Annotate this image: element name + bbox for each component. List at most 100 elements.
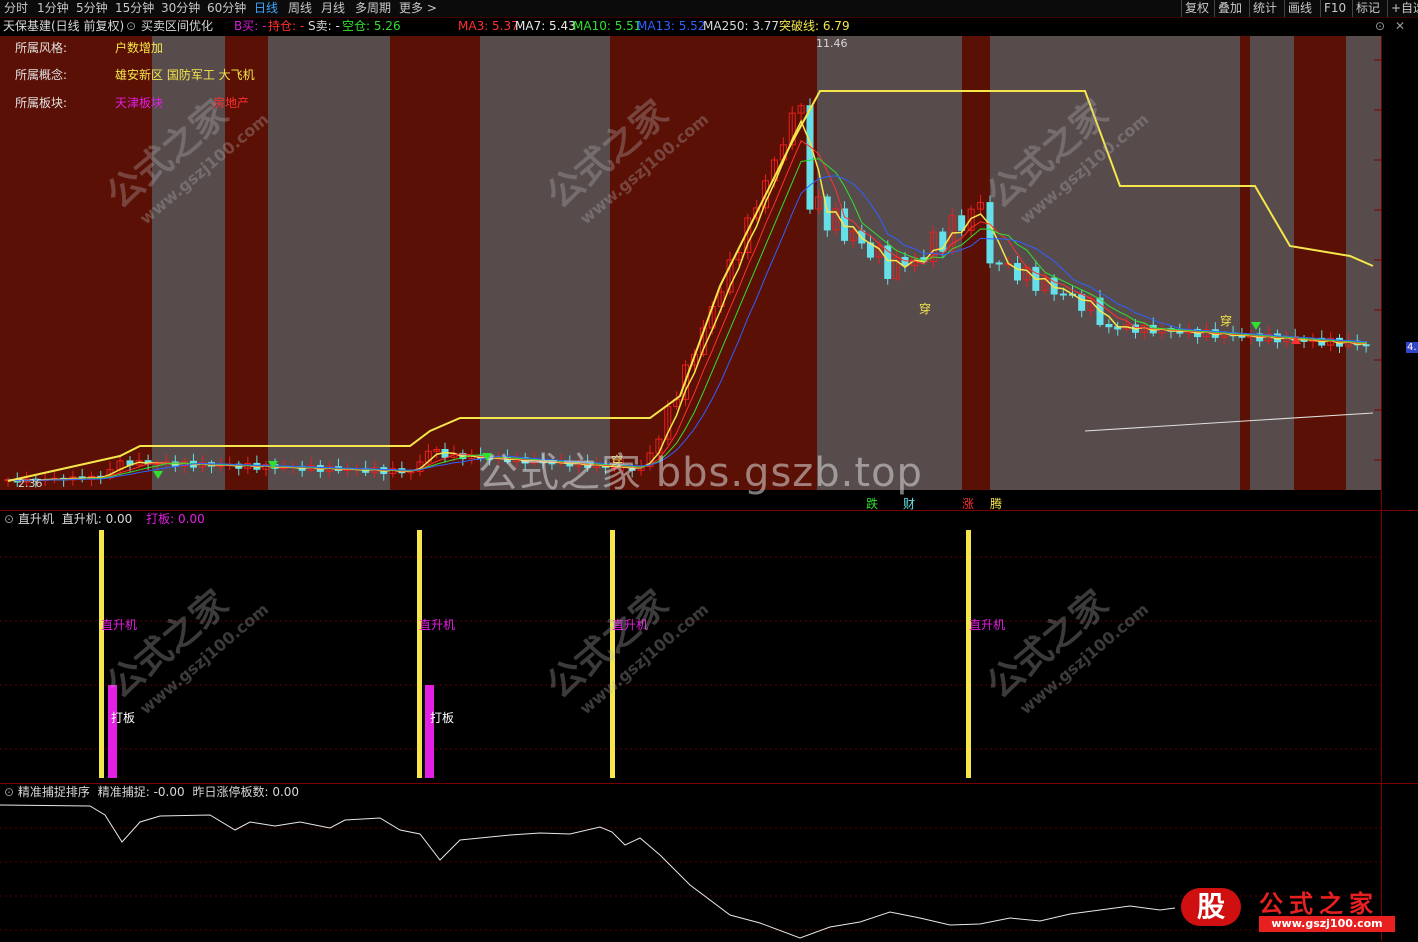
tab-multi-period[interactable]: 多周期 (355, 0, 391, 17)
tab-monthly[interactable]: 月线 (321, 0, 345, 17)
style-label: 所属风格: (15, 41, 68, 55)
candle-body (841, 208, 849, 241)
high-price-label: 11.46 (816, 37, 848, 50)
settings-icon[interactable]: ⊙ (1375, 18, 1385, 35)
right-axis-line (1381, 36, 1382, 941)
tab-weekly[interactable]: 周线 (288, 0, 312, 17)
ma250-value: MA250: 3.77 (703, 19, 780, 33)
current-price-tag: 4. (1406, 342, 1418, 353)
dabang-bar (108, 685, 117, 778)
helicopter-label-2: 直升机 (419, 618, 456, 632)
indicator-infobar: 天保基建(日线 前复权) ⊙ 买卖区间优化 B买: - 持仓: - S卖: - … (0, 18, 1418, 35)
price-chart-svg (0, 36, 1381, 490)
tab-more[interactable]: 更多 > (399, 0, 437, 17)
region-band (990, 36, 1240, 490)
ma10-value: MA10: 5.51 (573, 19, 642, 33)
region-band (480, 36, 610, 490)
add-watchlist-button[interactable]: +自选 (1387, 0, 1418, 17)
ma7-value: MA7: 5.43 (515, 19, 576, 33)
low-price-label: 2.36 (18, 477, 43, 490)
stock-title: 天保基建(日线 前复权) (3, 19, 125, 33)
breakout-value: 突破线: 6.79 (779, 19, 850, 33)
panel3-value: 精准捕捉: -0.00 (97, 785, 185, 799)
candle-body (1078, 294, 1086, 311)
helicopter-bar (966, 530, 971, 778)
empty-value: 空仓: 5.26 (342, 19, 401, 33)
chuan-marker-3: 穿 (1220, 314, 1233, 328)
draw-button[interactable]: 画线 (1284, 0, 1315, 17)
s-sell-value: S卖: - (308, 19, 340, 33)
candle-body (1105, 323, 1113, 328)
panel2-header: ⊙ 直升机 直升机: 0.00 打板: 0.00 (4, 511, 205, 527)
candle-body (1059, 293, 1067, 296)
gu-logo-icon: 股 (1181, 888, 1241, 926)
chuan-marker-1: 穿 (919, 302, 932, 316)
ma13-value: MA13: 5.52 (637, 19, 706, 33)
panel-separator-1 (0, 510, 1418, 511)
candle-body (806, 105, 814, 210)
dabang-bar (425, 685, 434, 778)
helicopter-bar (99, 530, 104, 778)
fuquan-button[interactable]: 复权 (1181, 0, 1212, 17)
tab-15min[interactable]: 15分钟 (115, 0, 154, 17)
overlay-button[interactable]: 叠加 (1214, 0, 1245, 17)
region-band (1294, 36, 1346, 490)
candle-body (986, 202, 994, 264)
mark-button[interactable]: 标记 (1352, 0, 1383, 17)
b-buy-value: B买: - (234, 19, 267, 33)
panel3-title[interactable]: 精准捕捉排序 (18, 785, 90, 799)
tab-60min[interactable]: 60分钟 (207, 0, 246, 17)
helicopter-indicator-panel[interactable] (0, 527, 1381, 782)
ma3-value: MA3: 5.37 (458, 19, 519, 33)
helicopter-label-3: 直升机 (612, 618, 649, 632)
candle-body (217, 465, 225, 468)
helicopter-bar (417, 530, 422, 778)
site-logo: 股 公式之家 www.gszj100.com (1173, 882, 1413, 938)
candle-body (1362, 344, 1370, 347)
candle-body (901, 256, 909, 267)
helicopter-label-4: 直升机 (969, 618, 1006, 632)
formula-dropdown-icon[interactable]: ⊙ (126, 18, 136, 35)
panel2-dropdown-icon[interactable]: ⊙ (4, 512, 14, 526)
helicopter-indicator-svg (0, 530, 1381, 778)
dabang-label-2: 打板 (430, 711, 455, 725)
sector-value-tianjin: 天津板块 (115, 96, 164, 110)
top-toolbar: 分时 1分钟 5分钟 15分钟 30分钟 60分钟 日线 周线 月线 多周期 更… (0, 0, 1418, 18)
candle-body (1300, 339, 1308, 342)
concept-label: 所属概念: (15, 68, 68, 82)
capture-sort-line (0, 804, 1176, 939)
logo-text: 公式之家 (1259, 890, 1379, 918)
panel2-title[interactable]: 直升机 (18, 512, 54, 526)
region-band (268, 36, 390, 490)
candle-body (1014, 263, 1021, 281)
tab-30min[interactable]: 30分钟 (161, 0, 200, 17)
tab-5min[interactable]: 5分钟 (76, 0, 108, 17)
formula-name[interactable]: 买卖区间优化 (141, 18, 213, 35)
tab-fenshi[interactable]: 分时 (4, 0, 28, 17)
panel2-value: 直升机: 0.00 (61, 512, 133, 526)
dabang-label-1: 打板 (111, 711, 136, 725)
candle-body (153, 463, 161, 466)
sector-label: 所属板块: (15, 96, 68, 110)
hold-value: 持仓: - (268, 19, 305, 33)
watermark-main: 公式之家 bbs.gszb.top (478, 450, 923, 496)
region-band (1240, 36, 1250, 490)
panel2-dabang: 打板: 0.00 (146, 512, 205, 526)
stats-button[interactable]: 统计 (1249, 0, 1280, 17)
panel3-dropdown-icon[interactable]: ⊙ (4, 785, 14, 799)
region-band (962, 36, 990, 490)
tab-1min[interactable]: 1分钟 (37, 0, 69, 17)
region-band (1346, 36, 1381, 490)
region-band (1250, 36, 1294, 490)
panel3-header: ⊙ 精准捕捉排序 精准捕捉: -0.00 昨日涨停板数: 0.00 (4, 784, 299, 800)
panel3-zt: 昨日涨停板数: 0.00 (192, 785, 300, 799)
helicopter-bar (610, 530, 615, 778)
tab-daily[interactable]: 日线 (254, 0, 278, 17)
region-band (610, 36, 817, 490)
f10-button[interactable]: F10 (1320, 0, 1349, 17)
helicopter-label-1: 直升机 (101, 618, 138, 632)
candle-body (995, 262, 1003, 265)
close-icon[interactable]: ✕ (1395, 18, 1405, 35)
price-chart-panel[interactable] (0, 36, 1381, 490)
style-value: 户数增加 (115, 41, 164, 55)
